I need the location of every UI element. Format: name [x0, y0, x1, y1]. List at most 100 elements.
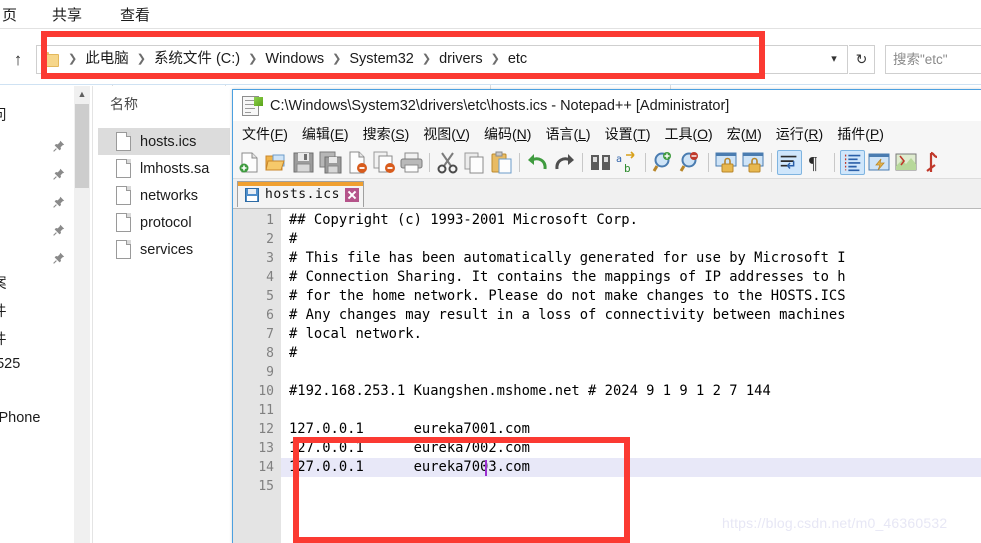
line-number: 8 — [266, 346, 274, 361]
nav-item-quick-access[interactable]: 问 — [0, 104, 7, 125]
undo-icon[interactable] — [525, 150, 550, 175]
user-defined-language-icon[interactable] — [867, 150, 892, 175]
file-row-services[interactable]: services — [98, 236, 230, 263]
file-row-networks[interactable]: networks — [98, 182, 230, 209]
nav-item-files-2[interactable]: 件 — [0, 328, 7, 349]
file-name: protocol — [140, 214, 192, 231]
breadcrumb-drive-c[interactable]: 系统文件 (C:) — [151, 46, 243, 73]
menu-view[interactable]: 视图(V) — [416, 122, 477, 146]
pin-icon[interactable] — [53, 196, 65, 208]
pane-divider — [92, 86, 93, 543]
text-caret — [485, 460, 487, 476]
function-list-icon[interactable] — [921, 150, 946, 175]
breadcrumb-windows[interactable]: Windows — [262, 46, 327, 73]
ribbon-tab-share[interactable]: 共享 — [52, 4, 82, 25]
notepad-plus-plus-window: C:\Windows\System32\drivers\etc\hosts.ic… — [232, 89, 981, 543]
breadcrumb-separator: ❯ — [68, 53, 78, 65]
sync-horizontal-scroll-icon[interactable] — [741, 150, 766, 175]
ribbon-tab-strip: 页 共享 查看 — [0, 0, 981, 30]
toolbar-separator — [582, 153, 583, 172]
copy-icon[interactable] — [462, 150, 487, 175]
open-file-icon[interactable] — [264, 150, 289, 175]
code-editor[interactable]: 1 2 3 4 5 6 7 8 9 10 11 12 13 14 15 ## C… — [233, 208, 981, 543]
new-file-icon[interactable] — [237, 150, 262, 175]
code-line: # for the home network. Please do not ma… — [289, 288, 846, 304]
tab-hosts-ics[interactable]: hosts.ics — [237, 181, 364, 207]
menu-file[interactable]: 文件(F) — [235, 122, 295, 146]
paste-icon[interactable] — [489, 150, 514, 175]
chevron-up-icon[interactable]: ▲ — [74, 86, 90, 103]
toolbar-separator — [708, 153, 709, 172]
print-icon[interactable] — [399, 150, 424, 175]
menu-plugins[interactable]: 插件(P) — [830, 122, 891, 146]
menu-settings[interactable]: 设置(T) — [598, 122, 658, 146]
line-number: 4 — [266, 270, 274, 285]
search-input[interactable]: 搜索"etc" — [885, 45, 981, 74]
code-line: # Any changes may result in a loss of co… — [289, 307, 846, 323]
toolbar-separator — [771, 153, 772, 172]
refresh-icon[interactable]: ↻ — [849, 45, 875, 74]
cut-icon[interactable] — [435, 150, 460, 175]
pin-icon[interactable] — [53, 252, 65, 264]
breadcrumb-separator: ❯ — [136, 53, 146, 65]
menu-edit[interactable]: 编辑(E) — [295, 122, 356, 146]
nav-item-iphone[interactable]: s iPhone — [0, 410, 40, 426]
close-file-icon[interactable] — [345, 150, 370, 175]
search-placeholder: 搜索"etc" — [893, 52, 948, 67]
menu-bar: 文件(F) 编辑(E) 搜索(S) 视图(V) 编码(N) 语言(L) 设置(T… — [233, 121, 981, 147]
zoom-out-icon[interactable] — [678, 150, 703, 175]
menu-macro[interactable]: 宏(M) — [720, 122, 769, 146]
menu-search[interactable]: 搜索(S) — [356, 122, 417, 146]
menu-encoding[interactable]: 编码(N) — [477, 122, 538, 146]
breadcrumb-system32[interactable]: System32 — [346, 46, 416, 73]
file-row-hosts-ics[interactable]: hosts.ics — [98, 128, 230, 155]
sync-vertical-scroll-icon[interactable] — [714, 150, 739, 175]
code-line: 127.0.0.1 eureka7002.com — [289, 440, 530, 456]
show-all-chars-icon[interactable]: ¶ — [804, 150, 829, 175]
column-header-name[interactable]: 名称 — [110, 94, 138, 114]
redo-icon[interactable] — [552, 150, 577, 175]
word-wrap-icon[interactable] — [777, 150, 802, 175]
line-number: 14 — [258, 460, 274, 475]
breadcrumb-this-pc[interactable]: 此电脑 — [82, 46, 132, 73]
close-icon[interactable] — [344, 187, 359, 202]
nav-item-documents[interactable]: 案 — [0, 272, 7, 293]
menu-tools[interactable]: 工具(O) — [657, 122, 719, 146]
chevron-down-icon[interactable]: ▾ — [820, 45, 848, 74]
document-map-icon[interactable] — [894, 150, 919, 175]
svg-text:b: b — [624, 162, 631, 175]
file-row-lmhosts-sam[interactable]: lmhosts.sa — [98, 155, 230, 182]
line-number: 11 — [258, 403, 274, 418]
nav-item-9525[interactable]: 9525 — [0, 356, 20, 372]
line-number: 1 — [266, 213, 274, 228]
watermark: https://blog.csdn.net/m0_46360532 — [722, 515, 948, 531]
file-list-pane: 名称 hosts.ics lmhosts.sa networks protoco… — [94, 86, 234, 543]
notepadpp-titlebar[interactable]: C:\Windows\System32\drivers\etc\hosts.ic… — [233, 90, 981, 121]
indent-guide-icon[interactable] — [840, 150, 865, 175]
pin-icon[interactable] — [53, 168, 65, 180]
nav-item-files-1[interactable]: 件 — [0, 300, 7, 321]
line-number: 6 — [266, 308, 274, 323]
breadcrumb-etc[interactable]: etc — [505, 46, 530, 73]
code-text-area[interactable]: ## Copyright (c) 1993-2001 Microsoft Cor… — [281, 209, 981, 543]
close-all-icon[interactable] — [372, 150, 397, 175]
menu-language[interactable]: 语言(L) — [538, 122, 597, 146]
find-icon[interactable] — [588, 150, 613, 175]
menu-run[interactable]: 运行(R) — [769, 122, 830, 146]
file-row-protocol[interactable]: protocol — [98, 209, 230, 236]
zoom-in-icon[interactable] — [651, 150, 676, 175]
save-all-icon[interactable] — [318, 150, 343, 175]
replace-icon[interactable]: ab — [615, 150, 640, 175]
notepad-plus-plus-icon — [242, 95, 263, 116]
address-bar[interactable]: ❯ 此电脑 ❯ 系统文件 (C:) ❯ Windows ❯ System32 ❯… — [36, 45, 848, 74]
nav-pane-scroll-thumb[interactable] — [75, 104, 89, 188]
toolbar-separator — [429, 153, 430, 172]
ribbon-tab-home[interactable]: 页 — [2, 4, 17, 25]
arrow-up-icon[interactable]: ↑ — [6, 48, 30, 72]
code-line: #192.168.253.1 Kuangshen.mshome.net # 20… — [289, 383, 771, 399]
pin-icon[interactable] — [53, 140, 65, 152]
pin-icon[interactable] — [53, 224, 65, 236]
breadcrumb-drivers[interactable]: drivers — [436, 46, 486, 73]
ribbon-tab-view[interactable]: 查看 — [120, 4, 150, 25]
save-icon[interactable] — [291, 150, 316, 175]
